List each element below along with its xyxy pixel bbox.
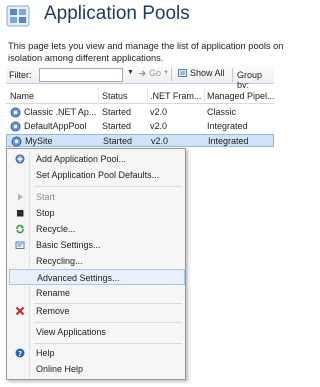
menu-item-add-application-pool[interactable]: Add Application Pool... <box>9 151 185 167</box>
menu-item-label: Add Application Pool... <box>36 154 127 164</box>
page-description: This page lets you view and manage the l… <box>8 40 284 64</box>
column-divider[interactable] <box>147 88 148 104</box>
menu-item-remove[interactable]: Remove <box>9 303 185 319</box>
description-line-1: This page lets you view and manage the l… <box>8 41 284 51</box>
column-header-status[interactable]: Status <box>102 91 146 101</box>
table-row[interactable]: DefaultAppPool Started v2.0 Integrated <box>6 120 274 133</box>
menu-item-label: Rename <box>36 288 71 298</box>
context-menu: Add Application Pool... Set Application … <box>6 148 186 380</box>
stop-icon <box>17 210 24 217</box>
menu-item-label: Help <box>36 348 55 358</box>
table-row-selected[interactable]: MySite Started v2.0 Integrated <box>6 134 274 147</box>
go-button[interactable]: Go ▼ <box>138 68 169 78</box>
description-line-2: isolation among different applications. <box>8 53 164 63</box>
go-icon <box>139 70 146 76</box>
remove-icon <box>15 306 25 316</box>
application-pools-icon <box>6 5 30 27</box>
settings-icon <box>15 241 25 249</box>
go-dropdown-arrow-icon: ▼ <box>163 70 169 76</box>
column-divider[interactable] <box>98 88 99 104</box>
pool-net-version: v2.0 <box>150 107 168 117</box>
menu-item-set-defaults[interactable]: Set Application Pool Defaults... <box>9 167 185 183</box>
pool-status: Started <box>102 121 132 131</box>
pool-name: Classic .NET Ap... <box>24 107 96 117</box>
pool-status: Started <box>103 136 133 146</box>
menu-item-label: Recycling... <box>36 256 83 266</box>
menu-item-label: View Applications <box>36 327 106 337</box>
app-pool-icon <box>10 107 21 118</box>
pool-pipeline: Classic <box>207 107 237 117</box>
go-label: Go <box>149 68 162 78</box>
help-icon: ? <box>15 348 25 358</box>
pool-pipeline: Integrated <box>208 136 249 146</box>
column-header-managed-pipeline[interactable]: Managed Pipel... <box>207 91 274 101</box>
pool-status: Started <box>102 107 132 117</box>
filter-toolbar: Filter: ▼ Go ▼ Show All Group by: <box>6 66 274 90</box>
app-pool-icon <box>11 136 22 147</box>
show-all-button[interactable]: Show All <box>178 68 225 78</box>
filter-input[interactable] <box>39 68 123 82</box>
filter-label: Filter: <box>9 70 32 80</box>
pool-pipeline: Integrated <box>207 121 248 131</box>
show-all-icon <box>178 69 187 77</box>
play-icon <box>18 193 23 201</box>
menu-item-label: Stop <box>36 208 55 218</box>
menu-item-label: Recycle... <box>36 224 76 234</box>
column-header-net-framework[interactable]: .NET Fram... <box>150 91 204 101</box>
group-by-label[interactable]: Group by: <box>237 70 274 90</box>
toolbar-separator <box>232 68 233 82</box>
column-header-name[interactable]: Name <box>10 91 96 101</box>
column-divider[interactable] <box>204 88 205 104</box>
menu-item-view-applications[interactable]: View Applications <box>9 324 185 340</box>
show-all-label: Show All <box>190 68 225 78</box>
pool-name: DefaultAppPool <box>24 121 87 131</box>
filter-dropdown-arrow-icon[interactable]: ▼ <box>127 69 134 76</box>
menu-item-start: Start <box>9 189 185 205</box>
table-row[interactable]: Classic .NET Ap... Started v2.0 Classic <box>6 106 274 119</box>
page-title: Application Pools <box>44 3 190 24</box>
svg-text:?: ? <box>18 350 22 358</box>
menu-separator <box>34 186 182 187</box>
recycle-icon <box>16 224 24 234</box>
pool-name: MySite <box>25 136 53 146</box>
menu-item-rename[interactable]: Rename <box>9 285 185 301</box>
pool-net-version: v2.0 <box>151 136 169 146</box>
app-pool-icon <box>10 121 21 132</box>
add-pool-icon <box>15 154 25 164</box>
toolbar-separator <box>171 68 172 82</box>
menu-item-help[interactable]: ? Help <box>9 345 185 361</box>
menu-separator <box>34 322 182 323</box>
menu-item-label: Start <box>36 192 56 202</box>
pool-net-version: v2.0 <box>150 121 168 131</box>
menu-item-label: Online Help <box>36 364 84 374</box>
menu-separator <box>34 343 182 344</box>
menu-item-label: Basic Settings... <box>36 240 101 250</box>
menu-item-recycle[interactable]: Recycle... <box>9 221 185 237</box>
menu-item-label: Remove <box>36 306 70 316</box>
menu-item-basic-settings[interactable]: Basic Settings... <box>9 237 185 253</box>
menu-item-label: Set Application Pool Defaults... <box>36 170 160 180</box>
menu-item-online-help[interactable]: Online Help <box>9 361 185 377</box>
menu-item-recycling[interactable]: Recycling... <box>9 253 185 269</box>
menu-item-label: Advanced Settings... <box>37 273 120 283</box>
menu-item-advanced-settings[interactable]: Advanced Settings... <box>9 269 185 285</box>
grid-header: Name Status .NET Fram... Managed Pipel..… <box>6 88 274 104</box>
menu-item-stop[interactable]: Stop <box>9 205 185 221</box>
